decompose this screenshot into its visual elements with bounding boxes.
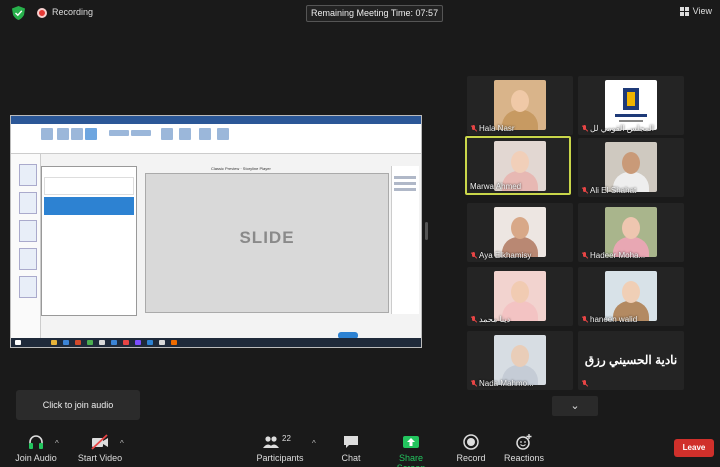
participant-tile-active-speaker[interactable]: Marwa Ahmed bbox=[465, 136, 571, 195]
app-title-bar bbox=[11, 116, 421, 124]
participant-tile[interactable]: Hadeer Moha... bbox=[578, 203, 684, 262]
participant-name: Hala Nasr bbox=[479, 124, 515, 133]
mic-muted-icon bbox=[470, 315, 477, 324]
mic-muted-icon bbox=[581, 315, 588, 324]
slides-panel bbox=[11, 154, 41, 342]
participant-name: المجلس القومي لل bbox=[590, 124, 655, 133]
share-arrow-icon bbox=[403, 436, 419, 448]
record-button[interactable]: Record bbox=[455, 434, 487, 463]
reactions-label: Reactions bbox=[504, 453, 545, 463]
grid-icon bbox=[679, 6, 689, 16]
video-off-icon bbox=[91, 434, 108, 450]
headphones-icon bbox=[29, 435, 43, 449]
mic-muted-icon bbox=[581, 124, 588, 133]
record-icon bbox=[463, 434, 479, 450]
participant-name: دينا محمد bbox=[479, 315, 511, 324]
chat-label: Chat bbox=[341, 453, 361, 463]
reactions-button[interactable]: Reactions bbox=[504, 434, 544, 463]
share-screen-button[interactable]: Share Screen bbox=[384, 434, 438, 467]
participant-photo bbox=[494, 271, 546, 321]
recording-label[interactable]: Recording bbox=[52, 7, 93, 17]
mic-muted-icon bbox=[581, 380, 588, 388]
join-audio-tooltip: Click to join audio bbox=[16, 390, 140, 420]
participant-name: Aya Elkhamisy bbox=[479, 251, 532, 260]
smiley-plus-icon bbox=[516, 434, 532, 450]
mic-muted-icon bbox=[470, 251, 477, 260]
slide-label: SLIDE bbox=[239, 228, 295, 247]
participant-name: Nada Mahmo... bbox=[479, 379, 534, 388]
participant-photo bbox=[494, 335, 546, 385]
leave-button[interactable]: Leave bbox=[674, 439, 714, 457]
chevron-down-icon[interactable]: ⌄ bbox=[552, 396, 598, 416]
participant-tile[interactable]: Nada Mahmo... bbox=[467, 331, 573, 390]
participant-name: Marwa Ahmed bbox=[470, 182, 522, 191]
zoom-meeting-window: Recording Remaining Meeting Time: 07:57 … bbox=[0, 0, 720, 467]
participant-photo bbox=[605, 142, 657, 192]
glossary-panel bbox=[41, 166, 137, 316]
participant-photo bbox=[494, 207, 546, 257]
record-label: Record bbox=[456, 453, 486, 463]
participants-label: Participants bbox=[256, 453, 304, 463]
participant-name: Hadeer Moha... bbox=[590, 251, 646, 260]
mic-muted-icon bbox=[581, 186, 588, 195]
player-title: Classic Preview · Storyline Player bbox=[211, 166, 271, 171]
organization-logo bbox=[605, 80, 657, 130]
slide-preview: SLIDE bbox=[145, 173, 389, 313]
participant-name: haneen walid bbox=[590, 315, 638, 324]
chat-button[interactable]: Chat bbox=[336, 434, 366, 463]
mic-muted-icon bbox=[581, 251, 588, 260]
people-icon bbox=[263, 436, 279, 448]
meeting-timer: Remaining Meeting Time: 07:57 bbox=[306, 5, 444, 22]
start-video-button[interactable]: Start Video bbox=[76, 434, 124, 463]
participant-tile[interactable]: دينا محمد bbox=[467, 267, 573, 326]
participant-tile[interactable]: المجلس القومي لل bbox=[578, 76, 684, 135]
meeting-toolbar: Join Audio ^ Start Video ^ 22 Participan… bbox=[0, 430, 720, 467]
join-audio-button[interactable]: Join Audio bbox=[14, 434, 58, 463]
mic-muted-icon bbox=[470, 379, 477, 388]
participant-display-name: نادية الحسيني رزق bbox=[584, 353, 678, 367]
shared-screen[interactable]: Classic Preview · Storyline Player SLIDE bbox=[10, 115, 422, 348]
participant-name: Ali El-Shahat bbox=[590, 186, 637, 195]
participant-photo bbox=[494, 80, 546, 130]
app-ribbon bbox=[11, 124, 421, 154]
participant-tile[interactable]: Ali El-Shahat bbox=[578, 138, 684, 197]
chat-bubble-icon bbox=[344, 436, 358, 448]
participant-tile[interactable]: Aya Elkhamisy bbox=[467, 203, 573, 262]
record-dot-icon bbox=[37, 8, 47, 18]
view-button[interactable]: View bbox=[679, 6, 712, 16]
participant-photo bbox=[605, 271, 657, 321]
start-video-label: Start Video bbox=[77, 453, 123, 463]
participant-tile[interactable]: Hala Nasr bbox=[467, 76, 573, 135]
shield-icon[interactable] bbox=[12, 6, 25, 20]
participants-count: 22 bbox=[282, 434, 291, 443]
mic-muted-icon bbox=[470, 124, 477, 133]
chevron-up-icon[interactable]: ^ bbox=[55, 439, 59, 448]
participant-tile[interactable]: نادية الحسيني رزق bbox=[578, 331, 684, 390]
view-label: View bbox=[692, 6, 712, 16]
split-handle[interactable] bbox=[425, 222, 428, 240]
chevron-up-icon[interactable]: ^ bbox=[312, 439, 316, 448]
participant-photo bbox=[605, 207, 657, 257]
windows-taskbar bbox=[11, 338, 421, 347]
participants-button[interactable]: 22 Participants bbox=[256, 434, 304, 463]
chevron-up-icon[interactable]: ^ bbox=[120, 439, 124, 448]
share-screen-label: Share Screen bbox=[397, 453, 426, 467]
participant-tile[interactable]: haneen walid bbox=[578, 267, 684, 326]
join-audio-label: Join Audio bbox=[15, 453, 57, 463]
